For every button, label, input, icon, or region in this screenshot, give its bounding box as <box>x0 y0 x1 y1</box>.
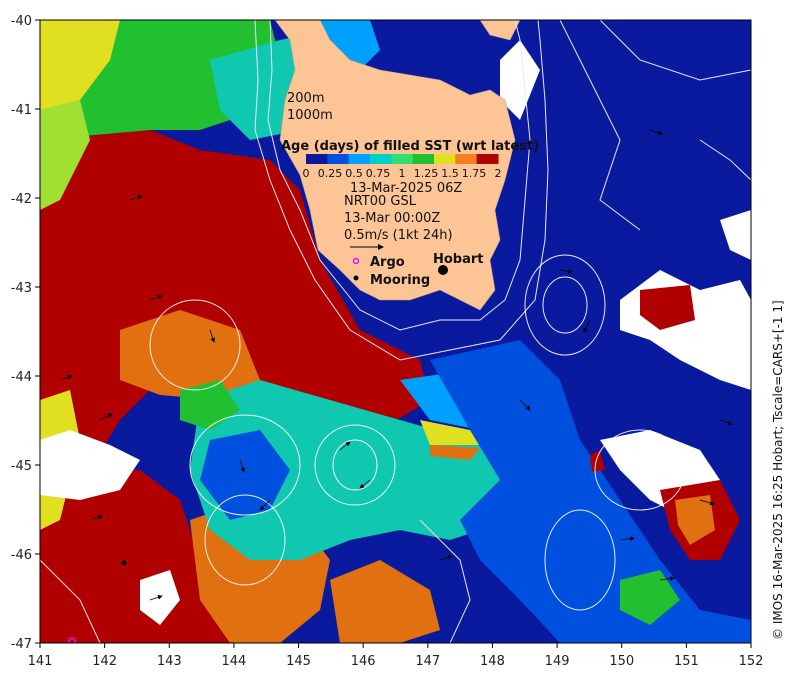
gsl-label: NRT00 GSL <box>344 194 417 209</box>
colorbar-tick-label: 1.25 <box>414 167 439 180</box>
x-tick-label: 148 <box>480 654 505 669</box>
isobath-200m-label: 200m <box>287 91 324 106</box>
colorbar-tick-label: 0.25 <box>318 167 343 180</box>
sst-age-map: 141 142 143 144 145 146 147 148 149 150 151 152 -40… <box>11 14 785 669</box>
colorbar-swatch <box>370 154 392 164</box>
colorbar-swatch <box>327 154 350 164</box>
isobath-1000m-label: 1000m <box>287 108 333 123</box>
colorbar-tick-label: 1.75 <box>462 167 487 180</box>
x-tick-label: 146 <box>351 654 376 669</box>
colorbar-swatch <box>455 154 478 164</box>
y-tick-label: -45 <box>11 459 32 474</box>
x-tick-label: 142 <box>92 654 117 669</box>
mooring-legend-label: Mooring <box>370 273 430 288</box>
y-tick-label: -40 <box>11 14 32 29</box>
credit-text: © IMOS 16-Mar-2025 16:25 Hobart; Tscale=… <box>771 300 785 640</box>
mooring-marker <box>121 560 127 566</box>
y-tick-label: -47 <box>11 637 32 652</box>
colorbar-swatch <box>412 154 435 164</box>
colorbar-swatch <box>391 154 414 164</box>
x-tick-label: 144 <box>221 654 246 669</box>
x-tick-label: 141 <box>28 654 53 669</box>
colorbar-tick-label: 0.75 <box>366 167 391 180</box>
colorbar <box>306 154 499 164</box>
colorbar-swatch <box>434 154 456 164</box>
x-tick-label: 143 <box>157 654 182 669</box>
x-tick-label: 147 <box>415 654 440 669</box>
x-tick-label: 149 <box>545 654 570 669</box>
map-plot-area <box>40 20 751 643</box>
x-tick-label: 152 <box>739 654 764 669</box>
hobart-label: Hobart <box>433 252 484 267</box>
y-axis: -40 -41 -42 -43 -44 -45 -46 -47 <box>11 14 40 652</box>
x-axis: 141 142 143 144 145 146 147 148 149 150 151 152 <box>28 643 764 669</box>
colorbar-swatch <box>476 154 499 164</box>
colorbar-tick-label: 1 <box>399 167 406 180</box>
mooring-legend-icon <box>353 275 359 281</box>
colorbar-swatch <box>348 154 371 164</box>
x-tick-label: 145 <box>286 654 311 669</box>
colorbar-title: Age (days) of filled SST (wrt latest) <box>281 139 539 154</box>
y-tick-label: -44 <box>11 370 32 385</box>
argo-legend-label: Argo <box>370 255 405 270</box>
velocity-scale-label: 0.5m/s (1kt 24h) <box>344 228 453 243</box>
colorbar-tick-label: 0.5 <box>345 167 363 180</box>
colorbar-tick-label: 1.5 <box>441 167 459 180</box>
y-tick-label: -43 <box>11 281 32 296</box>
y-tick-label: -46 <box>11 548 32 563</box>
colorbar-tick-label: 2 <box>495 167 502 180</box>
gsl-date-label: 13-Mar 00:00Z <box>344 211 440 226</box>
y-tick-label: -41 <box>11 103 32 118</box>
y-tick-label: -42 <box>11 192 32 207</box>
x-tick-label: 150 <box>609 654 634 669</box>
colorbar-tick-label: 0 <box>303 167 310 180</box>
x-tick-label: 151 <box>674 654 699 669</box>
colorbar-swatch <box>306 154 328 164</box>
